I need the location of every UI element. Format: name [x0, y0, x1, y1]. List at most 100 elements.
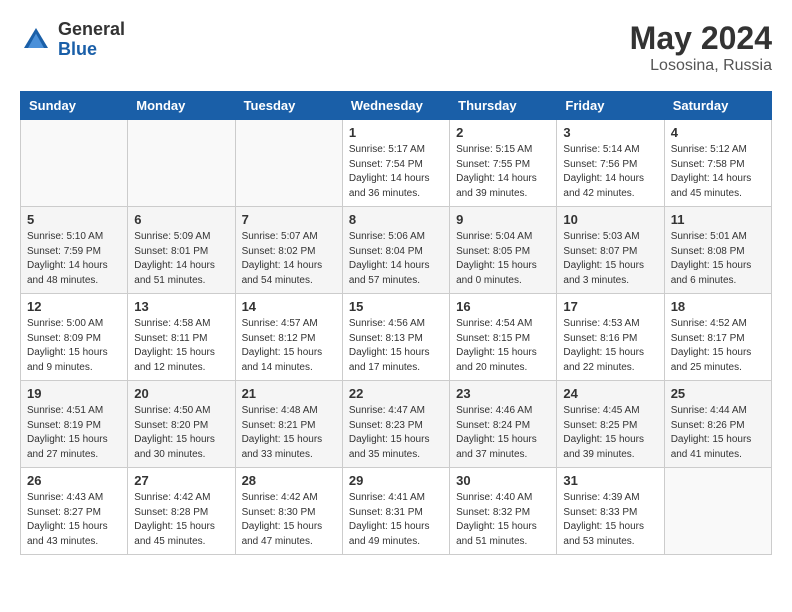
- day-number: 12: [27, 299, 121, 314]
- calendar-cell: [235, 120, 342, 207]
- calendar-cell: 4Sunrise: 5:12 AM Sunset: 7:58 PM Daylig…: [664, 120, 771, 207]
- weekday-header-wednesday: Wednesday: [342, 92, 449, 120]
- day-info: Sunrise: 4:57 AM Sunset: 8:12 PM Dayligh…: [242, 317, 336, 375]
- calendar-cell: 17Sunrise: 4:53 AM Sunset: 8:16 PM Dayli…: [557, 294, 664, 381]
- day-info: Sunrise: 4:53 AM Sunset: 8:16 PM Dayligh…: [563, 317, 657, 375]
- calendar-cell: 7Sunrise: 5:07 AM Sunset: 8:02 PM Daylig…: [235, 207, 342, 294]
- calendar-cell: 11Sunrise: 5:01 AM Sunset: 8:08 PM Dayli…: [664, 207, 771, 294]
- weekday-header-saturday: Saturday: [664, 92, 771, 120]
- day-info: Sunrise: 4:58 AM Sunset: 8:11 PM Dayligh…: [134, 317, 228, 375]
- calendar-week-row: 19Sunrise: 4:51 AM Sunset: 8:19 PM Dayli…: [21, 381, 772, 468]
- calendar-cell: 9Sunrise: 5:04 AM Sunset: 8:05 PM Daylig…: [450, 207, 557, 294]
- logo-general-text: General: [58, 19, 125, 39]
- calendar-week-row: 5 Sunrise: 5:10 AM Sunset: 7:59 PM Daylig…: [21, 207, 772, 294]
- day-info: Sunrise: 5:01 AM Sunset: 8:08 PM Dayligh…: [671, 230, 765, 288]
- day-number: 8: [349, 212, 443, 227]
- calendar-cell: 16 Sunrise: 4:54 AM Sunset: 8:15 PM Dayli…: [450, 294, 557, 381]
- calendar-cell: 23Sunrise: 4:46 AM Sunset: 8:24 PM Dayli…: [450, 381, 557, 468]
- calendar-cell: 3 Sunrise: 5:14 AM Sunset: 7:56 PM Daylig…: [557, 120, 664, 207]
- day-number: 26: [27, 473, 121, 488]
- day-info: Sunrise: 4:43 AM Sunset: 8:27 PM Dayligh…: [27, 491, 121, 549]
- calendar-cell: 28Sunrise: 4:42 AM Sunset: 8:30 PM Dayli…: [235, 468, 342, 555]
- day-number: 15: [349, 299, 443, 314]
- day-number: 18: [671, 299, 765, 314]
- calendar-cell: 2Sunrise: 5:15 AM Sunset: 7:55 PM Daylig…: [450, 120, 557, 207]
- calendar-cell: 30 Sunrise: 4:40 AM Sunset: 8:32 PM Dayli…: [450, 468, 557, 555]
- day-info: Sunrise: 5:10 AM Sunset: 7:59 PM Dayligh…: [27, 230, 121, 288]
- calendar-week-row: 12Sunrise: 5:00 AM Sunset: 8:09 PM Dayli…: [21, 294, 772, 381]
- weekday-header-tuesday: Tuesday: [235, 92, 342, 120]
- calendar-cell: 1 Sunrise: 5:17 AM Sunset: 7:54 PM Daylig…: [342, 120, 449, 207]
- day-info: Sunrise: 5:14 AM Sunset: 7:56 PM Dayligh…: [563, 143, 657, 201]
- day-number: 14: [242, 299, 336, 314]
- day-number: 2: [456, 125, 550, 140]
- day-info: Sunrise: 4:47 AM Sunset: 8:23 PM Dayligh…: [349, 404, 443, 462]
- calendar-cell: 15Sunrise: 4:56 AM Sunset: 8:13 PM Dayli…: [342, 294, 449, 381]
- calendar-week-row: 1 Sunrise: 5:17 AM Sunset: 7:54 PM Daylig…: [21, 120, 772, 207]
- day-number: 19: [27, 386, 121, 401]
- calendar-title: May 2024: [630, 20, 772, 57]
- day-number: 25: [671, 386, 765, 401]
- day-info: Sunrise: 4:54 AM Sunset: 8:15 PM Dayligh…: [456, 317, 550, 375]
- day-info: Sunrise: 4:40 AM Sunset: 8:32 PM Dayligh…: [456, 491, 550, 549]
- day-number: 20: [134, 386, 228, 401]
- day-info: Sunrise: 4:50 AM Sunset: 8:20 PM Dayligh…: [134, 404, 228, 462]
- calendar-cell: 18 Sunrise: 4:52 AM Sunset: 8:17 PM Dayli…: [664, 294, 771, 381]
- day-info: Sunrise: 5:03 AM Sunset: 8:07 PM Dayligh…: [563, 230, 657, 288]
- calendar-cell: 13 Sunrise: 4:58 AM Sunset: 8:11 PM Dayli…: [128, 294, 235, 381]
- calendar-cell: 26 Sunrise: 4:43 AM Sunset: 8:27 PM Dayli…: [21, 468, 128, 555]
- day-number: 13: [134, 299, 228, 314]
- day-number: 9: [456, 212, 550, 227]
- day-info: Sunrise: 5:07 AM Sunset: 8:02 PM Dayligh…: [242, 230, 336, 288]
- calendar-table: SundayMondayTuesdayWednesdayThursdayFrid…: [20, 91, 772, 555]
- day-number: 16: [456, 299, 550, 314]
- calendar-cell: 29 Sunrise: 4:41 AM Sunset: 8:31 PM Dayli…: [342, 468, 449, 555]
- calendar-cell: 20 Sunrise: 4:50 AM Sunset: 8:20 PM Dayli…: [128, 381, 235, 468]
- calendar-cell: [128, 120, 235, 207]
- calendar-location: Lososina, Russia: [630, 57, 772, 75]
- day-number: 6: [134, 212, 228, 227]
- calendar-cell: [21, 120, 128, 207]
- day-number: 1: [349, 125, 443, 140]
- day-number: 28: [242, 473, 336, 488]
- weekday-header-sunday: Sunday: [21, 92, 128, 120]
- calendar-cell: 12Sunrise: 5:00 AM Sunset: 8:09 PM Dayli…: [21, 294, 128, 381]
- day-info: Sunrise: 4:41 AM Sunset: 8:31 PM Dayligh…: [349, 491, 443, 549]
- day-number: 5: [27, 212, 121, 227]
- weekday-header-row: SundayMondayTuesdayWednesdayThursdayFrid…: [21, 92, 772, 120]
- day-info: Sunrise: 5:17 AM Sunset: 7:54 PM Dayligh…: [349, 143, 443, 201]
- day-number: 23: [456, 386, 550, 401]
- day-info: Sunrise: 4:48 AM Sunset: 8:21 PM Dayligh…: [242, 404, 336, 462]
- day-number: 21: [242, 386, 336, 401]
- day-info: Sunrise: 5:06 AM Sunset: 8:04 PM Dayligh…: [349, 230, 443, 288]
- day-info: Sunrise: 4:39 AM Sunset: 8:33 PM Dayligh…: [563, 491, 657, 549]
- day-info: Sunrise: 4:42 AM Sunset: 8:28 PM Dayligh…: [134, 491, 228, 549]
- day-info: Sunrise: 4:45 AM Sunset: 8:25 PM Dayligh…: [563, 404, 657, 462]
- calendar-cell: 24 Sunrise: 4:45 AM Sunset: 8:25 PM Dayli…: [557, 381, 664, 468]
- day-number: 24: [563, 386, 657, 401]
- logo-blue-text: Blue: [58, 39, 97, 59]
- weekday-header-friday: Friday: [557, 92, 664, 120]
- calendar-cell: [664, 468, 771, 555]
- calendar-cell: 22 Sunrise: 4:47 AM Sunset: 8:23 PM Dayli…: [342, 381, 449, 468]
- calendar-cell: 14 Sunrise: 4:57 AM Sunset: 8:12 PM Dayli…: [235, 294, 342, 381]
- logo: General Blue: [20, 20, 125, 60]
- day-number: 27: [134, 473, 228, 488]
- logo-text: General Blue: [58, 20, 125, 60]
- calendar-cell: 31Sunrise: 4:39 AM Sunset: 8:33 PM Dayli…: [557, 468, 664, 555]
- calendar-week-row: 26 Sunrise: 4:43 AM Sunset: 8:27 PM Dayli…: [21, 468, 772, 555]
- calendar-cell: 21 Sunrise: 4:48 AM Sunset: 8:21 PM Dayli…: [235, 381, 342, 468]
- day-number: 22: [349, 386, 443, 401]
- calendar-cell: 5 Sunrise: 5:10 AM Sunset: 7:59 PM Daylig…: [21, 207, 128, 294]
- calendar-cell: 19Sunrise: 4:51 AM Sunset: 8:19 PM Dayli…: [21, 381, 128, 468]
- page-header: General Blue May 2024 Lososina, Russia: [20, 20, 772, 75]
- day-number: 4: [671, 125, 765, 140]
- day-number: 3: [563, 125, 657, 140]
- day-info: Sunrise: 4:52 AM Sunset: 8:17 PM Dayligh…: [671, 317, 765, 375]
- day-number: 30: [456, 473, 550, 488]
- day-info: Sunrise: 4:44 AM Sunset: 8:26 PM Dayligh…: [671, 404, 765, 462]
- title-block: May 2024 Lososina, Russia: [630, 20, 772, 75]
- weekday-header-monday: Monday: [128, 92, 235, 120]
- day-number: 10: [563, 212, 657, 227]
- day-number: 29: [349, 473, 443, 488]
